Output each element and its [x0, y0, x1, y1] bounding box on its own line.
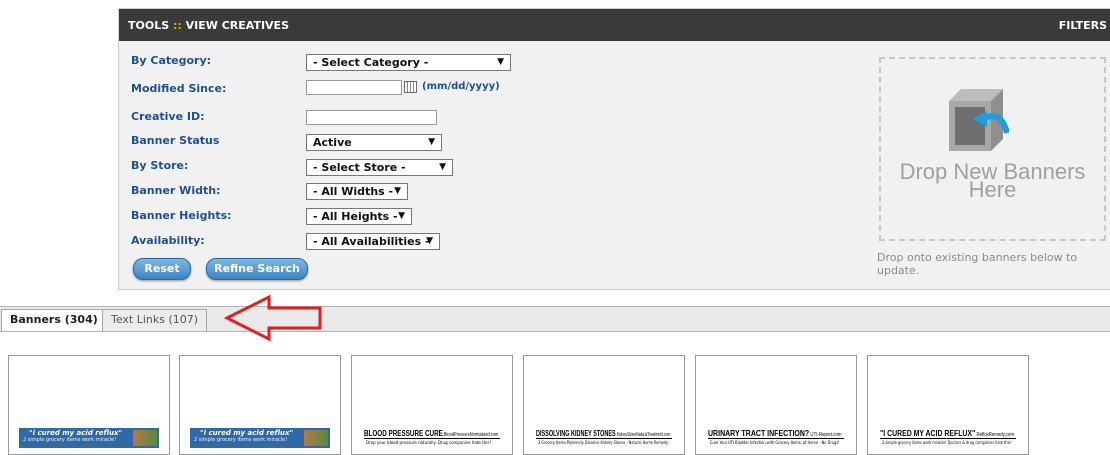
page-title: TOOLS :: VIEW CREATIVES — [128, 19, 289, 32]
banner-image: DISSOLVING KIDNEY STONES KidneyStoneNatu… — [534, 428, 674, 448]
annotation-arrow-icon — [224, 294, 322, 342]
banner-image: "i cured my acid reflux" 2 simple grocery… — [190, 428, 330, 448]
modified-since-input[interactable] — [306, 80, 402, 95]
banner-image: "I CURED MY ACID REFLUX" RefluxRemedy.co… — [878, 428, 1018, 448]
availability-select-value: - All Availabilities - — [313, 235, 430, 248]
banner-heights-select[interactable]: - All Heights - ▼ — [306, 208, 412, 225]
calendar-icon[interactable] — [404, 81, 417, 93]
banner-heights-value: - All Heights - — [313, 210, 398, 223]
chevron-down-icon: ▼ — [428, 137, 435, 147]
category-select[interactable]: - Select Category - ▼ — [306, 54, 511, 71]
banner-width-label: Banner Width: — [131, 184, 221, 197]
store-select[interactable]: - Select Store - ▼ — [306, 159, 453, 176]
banner-headline: BLOOD PRESSURE CURE BloodPressureNormali… — [364, 429, 499, 438]
store-select-value: - Select Store - — [313, 161, 406, 174]
banner-photo — [133, 430, 157, 446]
title-separator: :: — [172, 19, 182, 32]
banner-card[interactable]: BLOOD PRESSURE CURE BloodPressureNormali… — [351, 355, 513, 455]
chevron-down-icon: ▼ — [426, 236, 433, 246]
panel-header: TOOLS :: VIEW CREATIVES FILTERS — [119, 9, 1110, 41]
banner-headline: "i cured my acid reflux" — [200, 429, 294, 437]
banner-card[interactable]: DISSOLVING KIDNEY STONES KidneyStoneNatu… — [523, 355, 685, 455]
banner-image: URINARY TRACT INFECTION? UTI-Report.com C… — [706, 428, 846, 448]
creative-id-label: Creative ID: — [131, 110, 205, 123]
banner-status-select[interactable]: Active ▼ — [306, 134, 442, 151]
chevron-down-icon: ▼ — [394, 186, 401, 196]
banner-headline: "I CURED MY ACID REFLUX" RefluxRemedy.co… — [880, 429, 1014, 438]
view-creatives-label: VIEW CREATIVES — [185, 19, 289, 32]
banner-drop-zone[interactable]: Drop New Banners Here — [879, 57, 1106, 241]
banner-subtext: Cure Your UTI Bladder Infection with Gro… — [710, 440, 840, 445]
banner-width-value: - All Widths - — [313, 185, 394, 198]
banner-status-value: Active — [313, 136, 352, 149]
banner-divider — [880, 438, 1016, 439]
banner-subtext: 2 simple grocery items work miracle! — [23, 437, 117, 443]
availability-select[interactable]: - All Availabilities - ▼ — [306, 233, 440, 250]
tools-label: TOOLS — [128, 19, 170, 32]
banner-divider — [708, 438, 844, 439]
banner-subtext: 2 simple grocery items work miracle! Doc… — [882, 440, 1012, 445]
banner-subtext: Drop your blood pressure naturally. Drug… — [366, 440, 492, 445]
banner-status-label: Banner Status — [131, 134, 220, 147]
tab-banners[interactable]: Banners (304) — [1, 309, 107, 331]
upload-cube-icon — [949, 89, 1009, 151]
filters-toggle[interactable]: FILTERS — [1059, 19, 1107, 32]
banner-card[interactable]: "I CURED MY ACID REFLUX" RefluxRemedy.co… — [867, 355, 1029, 455]
refine-search-button[interactable]: Refine Search — [206, 258, 308, 280]
banner-image: BLOOD PRESSURE CURE BloodPressureNormali… — [362, 428, 502, 448]
reset-button[interactable]: Reset — [133, 258, 191, 280]
banner-card[interactable]: URINARY TRACT INFECTION? UTI-Report.com C… — [695, 355, 857, 455]
chevron-down-icon: ▼ — [497, 57, 504, 67]
tab-bar: Banners (304) Text Links (107) — [0, 306, 1110, 332]
banner-photo — [304, 430, 328, 446]
chevron-down-icon: ▼ — [439, 162, 446, 172]
banner-divider — [364, 438, 500, 439]
tab-text-links[interactable]: Text Links (107) — [102, 309, 208, 331]
drop-zone-note: Drop onto existing banners below to upda… — [877, 251, 1078, 277]
banner-subtext: 3 Grocery Items Painlessly Dissolve Kidn… — [538, 440, 669, 445]
banner-image: "i cured my acid reflux" 2 simple grocery… — [19, 428, 159, 448]
banner-headline: DISSOLVING KIDNEY STONES KidneyStoneNatu… — [536, 429, 671, 438]
drop-zone-text: Drop New Banners Here — [881, 161, 1104, 201]
category-select-value: - Select Category - — [313, 56, 429, 69]
availability-label: Availability: — [131, 234, 205, 247]
category-label: By Category: — [131, 54, 212, 67]
banner-card[interactable]: "i cured my acid reflux" 2 simple grocery… — [8, 355, 170, 455]
banner-headline: URINARY TRACT INFECTION? UTI-Report.com — [708, 429, 842, 438]
date-format-hint: (mm/dd/yyyy) — [422, 81, 500, 92]
modified-since-label: Modified Since: — [131, 82, 227, 95]
banner-subtext: 2 simple grocery items work miracle! — [194, 437, 288, 443]
filter-panel: TOOLS :: VIEW CREATIVES FILTERS By Categ… — [118, 8, 1110, 290]
banner-heights-label: Banner Heights: — [131, 209, 232, 222]
banner-headline: "i cured my acid reflux" — [29, 429, 123, 437]
store-label: By Store: — [131, 159, 189, 172]
chevron-down-icon: ▼ — [398, 211, 405, 221]
creative-id-input[interactable] — [306, 110, 437, 125]
banner-card[interactable]: "i cured my acid reflux" 2 simple grocery… — [179, 355, 341, 455]
banner-divider — [536, 438, 672, 439]
banner-width-select[interactable]: - All Widths - ▼ — [306, 183, 408, 200]
